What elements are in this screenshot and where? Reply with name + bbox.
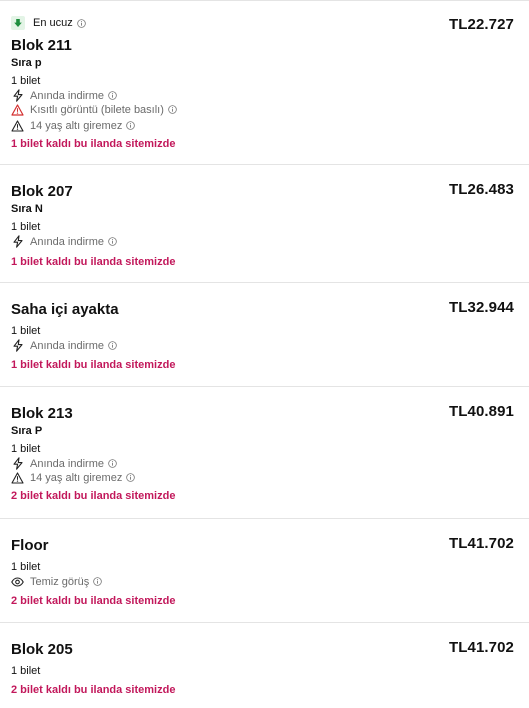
feature-label: 14 yaş altı giremez — [30, 119, 123, 132]
feature-label: Kısıtlı görüntü (bilete basılı) — [30, 103, 164, 116]
bolt-icon — [11, 89, 24, 102]
eye-icon — [11, 575, 24, 588]
warning-icon — [11, 119, 24, 132]
availability-text: 1 bilet kaldı bu ilanda sitemizde — [11, 256, 176, 268]
availability-text: 2 bilet kaldı bu ilanda sitemizde — [11, 684, 176, 696]
listing-card[interactable]: TL41.702 Floor 1 bilet Temiz görüş 2 bil… — [0, 518, 529, 622]
availability-text: 2 bilet kaldı bu ilanda sitemizde — [11, 595, 176, 607]
listing-title: Blok 205 — [11, 641, 73, 658]
listing-title: Blok 207 — [11, 183, 73, 200]
listing-price: TL41.702 — [448, 639, 514, 656]
feature-instant-download: Anında indirme — [11, 235, 117, 248]
listing-title: Blok 211 — [11, 37, 72, 54]
info-icon[interactable] — [126, 121, 136, 130]
feature-age-restriction: 14 yaş altı giremez — [11, 471, 136, 484]
feature-label: Anında indirme — [30, 339, 104, 352]
info-icon[interactable] — [76, 18, 86, 28]
cheapest-badge: En ucuz — [11, 16, 86, 30]
listing-card[interactable]: TL32.944 Saha içi ayakta 1 bilet Anında … — [0, 282, 529, 386]
listing-quantity: 1 bilet — [11, 561, 41, 573]
listing-row: Sıra P — [11, 425, 43, 437]
listing-price: TL26.483 — [448, 181, 514, 198]
feature-label: Anında indirme — [30, 89, 104, 102]
listing-price: TL22.727 — [448, 16, 514, 33]
availability-text: 2 bilet kaldı bu ilanda sitemizde — [11, 490, 176, 502]
listing-card[interactable]: En ucuz TL22.727 Blok 211 Sıra p 1 bilet… — [0, 0, 529, 164]
feature-label: Temiz görüş — [30, 575, 90, 588]
info-icon[interactable] — [108, 91, 117, 100]
availability-text: 1 bilet kaldı bu ilanda sitemizde — [11, 359, 176, 371]
listing-quantity: 1 bilet — [11, 443, 41, 455]
listing-card[interactable]: TL26.483 Blok 207 Sıra N 1 bilet Anında … — [0, 164, 529, 282]
info-icon[interactable] — [108, 459, 117, 468]
listing-quantity: 1 bilet — [11, 221, 41, 233]
listing-price: TL40.891 — [448, 403, 514, 420]
warning-red-icon — [11, 103, 24, 116]
listing-card[interactable]: TL40.891 Blok 213 Sıra P 1 bilet Anında … — [0, 386, 529, 518]
availability-text: 1 bilet kaldı bu ilanda sitemizde — [11, 138, 176, 150]
feature-instant-download: Anında indirme — [11, 457, 117, 470]
cheapest-label: En ucuz — [33, 17, 73, 29]
feature-age-restriction: 14 yaş altı giremez — [11, 119, 136, 132]
feature-clear-view: Temiz görüş — [11, 575, 103, 588]
feature-restricted-view: Kısıtlı görüntü (bilete basılı) — [11, 103, 177, 116]
bolt-icon — [11, 339, 24, 352]
listing-quantity: 1 bilet — [11, 325, 41, 337]
info-icon[interactable] — [126, 473, 136, 482]
listing-quantity: 1 bilet — [11, 75, 41, 87]
listing-title: Blok 213 — [11, 405, 73, 422]
info-icon[interactable] — [108, 237, 117, 246]
listing-card[interactable]: TL41.702 Blok 205 1 bilet 2 bilet kaldı … — [0, 622, 529, 708]
listing-price: TL32.944 — [448, 299, 514, 316]
listing-quantity: 1 bilet — [11, 665, 41, 677]
feature-instant-download: Anında indirme — [11, 89, 117, 102]
listing-title: Saha içi ayakta — [11, 301, 119, 318]
listing-row: Sıra p — [11, 57, 42, 69]
bolt-icon — [11, 235, 24, 248]
feature-label: Anında indirme — [30, 457, 104, 470]
listing-title: Floor — [11, 537, 49, 554]
info-icon[interactable] — [108, 341, 117, 350]
arrow-down-icon — [11, 16, 25, 30]
feature-instant-download: Anında indirme — [11, 339, 117, 352]
feature-label: 14 yaş altı giremez — [30, 471, 123, 484]
warning-icon — [11, 471, 24, 484]
listing-price: TL41.702 — [448, 535, 514, 552]
info-icon[interactable] — [93, 577, 103, 586]
bolt-icon — [11, 457, 24, 470]
info-icon[interactable] — [168, 105, 177, 114]
feature-label: Anında indirme — [30, 235, 104, 248]
listing-row: Sıra N — [11, 203, 43, 215]
